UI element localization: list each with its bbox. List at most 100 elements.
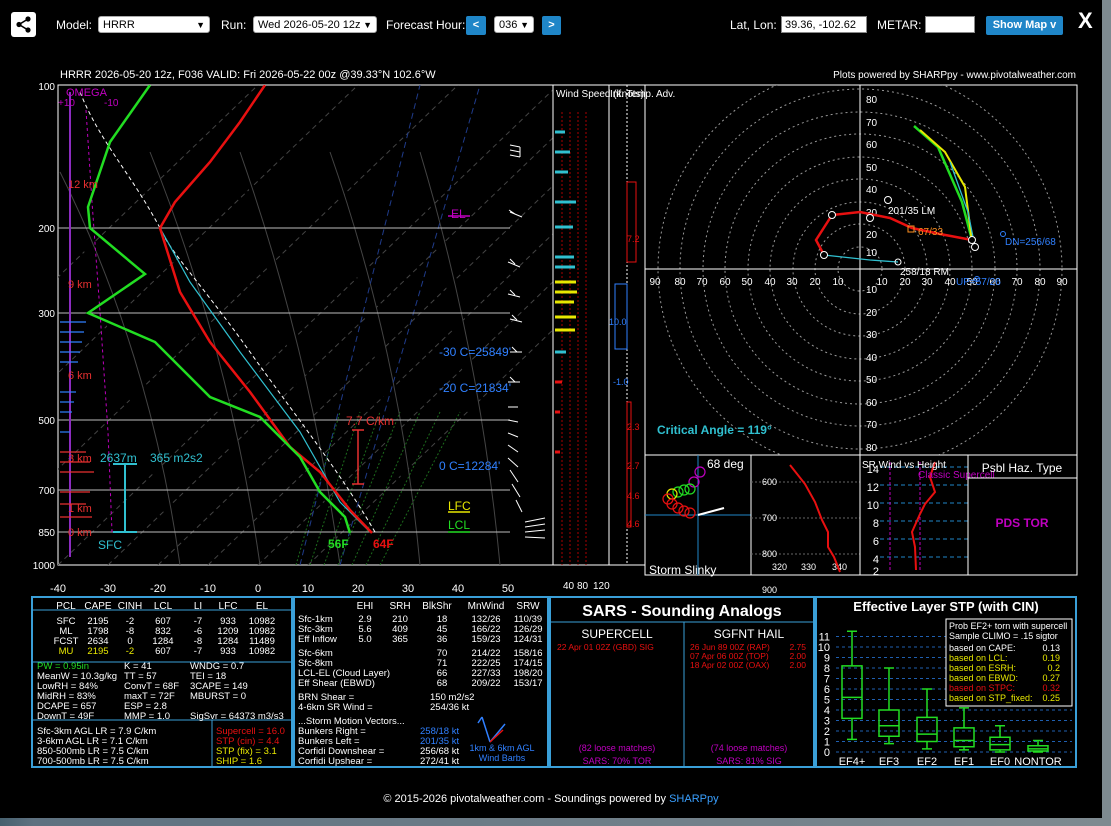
storm-slinky-label: Storm Slinky <box>649 563 716 577</box>
srw-tick: 12 <box>867 482 879 494</box>
stp-box <box>916 688 938 750</box>
kin-cell: 159/23 <box>471 634 500 645</box>
chevron-down-icon: ▼ <box>363 20 372 30</box>
parcel-cell: 10982 <box>249 646 275 657</box>
hodo-ring-label: 70 <box>866 118 878 129</box>
parcel-cell: -7 <box>194 646 202 657</box>
isotherm-zero: 0 C=12284' <box>439 459 500 473</box>
kin-header: BlkShr <box>422 601 452 612</box>
sars-sc-loose: (82 loose matches) <box>579 743 656 753</box>
sounding-title: HRRR 2026-05-20 12z, F036 VALID: Fri 202… <box>60 69 436 81</box>
height-label: 9 km <box>68 279 92 291</box>
wind-barb-icon <box>477 716 506 743</box>
pressure-tick: 100 <box>38 82 55 93</box>
stp-category: EF0 <box>990 756 1010 768</box>
metar-input[interactable] <box>925 16 975 33</box>
motion-label: Corfidi Upshear = <box>298 756 373 767</box>
parcel-header: CINH <box>118 601 142 612</box>
hodo-ring-label: 40 <box>866 353 878 364</box>
height-label: 3 km <box>68 453 92 465</box>
stp-box <box>1027 739 1049 753</box>
sharppy-link[interactable]: SHARPpy <box>669 793 719 805</box>
hodo-ring-label: 10 <box>866 248 878 259</box>
hodo-axis-label: 70 <box>696 277 708 288</box>
stp-title: Effective Layer STP (with CIN) <box>853 599 1038 614</box>
srw-tick: 8 <box>873 518 879 530</box>
stp-legend-value: 0.19 <box>1042 653 1060 663</box>
index-value: SigSvr = 64373 m3/s3 <box>190 711 284 722</box>
latlon-input[interactable]: 39.36, -102.62 <box>781 16 867 33</box>
model-select[interactable]: HRRR ▼ <box>98 16 210 33</box>
hodo-ring-label: 40 <box>866 185 878 196</box>
stp-legend-row: based on STP_fixed: <box>949 693 1033 703</box>
index-value: MBURST = 0 <box>190 691 246 702</box>
stp-legend-row: based on EBWD: <box>949 673 1018 683</box>
stp-box <box>989 725 1011 753</box>
temp-tick: 10 <box>302 583 314 595</box>
parcel-row: MU 2195 -2 607 -7 933 10982 <box>59 646 276 657</box>
temp-tick: 50 <box>502 583 514 595</box>
height-label: 12 km <box>68 179 98 191</box>
temperature-profile <box>158 85 373 534</box>
isotherm-minus20: -20 C=21834' <box>439 381 511 395</box>
share-button[interactable] <box>11 12 36 37</box>
sfc-temperature: 64F <box>373 537 394 551</box>
temp-tick: -10 <box>200 583 216 595</box>
index-value: MMP = 1.0 <box>124 711 170 722</box>
model-value: HRRR <box>103 19 135 31</box>
stp-legend-value: 0.32 <box>1042 683 1060 693</box>
stp-legend-row: based on ESRH: <box>949 663 1016 673</box>
parcel-cell: 607 <box>155 646 171 657</box>
hodo-downshear: DN=256/68 <box>1005 237 1056 248</box>
lapse-rate: 700-500mb LR = 7.5 C/km <box>37 756 149 767</box>
stp-legend-value: 0.27 <box>1042 673 1060 683</box>
parcel-cell: 933 <box>220 646 236 657</box>
hodo-left-mover: 201/35 LM <box>888 206 935 217</box>
parcel-cell: MU <box>59 646 74 657</box>
show-map-button[interactable]: Show Map v <box>986 16 1063 35</box>
parcel-header: LI <box>194 601 202 612</box>
kin-cell: 36 <box>437 634 448 645</box>
lapse-rate-label: 7.7 C/km <box>346 414 394 428</box>
stp-y-tick: 5 <box>824 695 830 707</box>
stp-y-tick: 2 <box>824 726 830 738</box>
stp-box <box>953 707 975 751</box>
pressure-tick: 700 <box>38 486 55 497</box>
stp-y-tick: 1 <box>824 737 830 749</box>
parcel-cell: -2 <box>126 646 134 657</box>
latlon-label: Lat, Lon: <box>730 18 777 32</box>
theta-tick: 700 <box>762 513 777 523</box>
adv-value: 4.6 <box>627 491 640 501</box>
prev-hour-button[interactable]: < <box>466 16 486 35</box>
stp-y-tick: 0 <box>824 747 830 759</box>
height-label: 1 km <box>68 503 92 515</box>
adv-value: -1.0 <box>613 377 629 387</box>
hodo-axis-label: 40 <box>764 277 776 288</box>
eff-srh: 365 m2s2 <box>150 451 203 465</box>
stp-box <box>878 667 900 745</box>
hodo-upshear: UP=57/26 <box>956 277 1001 288</box>
stp-legend-title: Prob EF2+ torn with supercell <box>949 621 1067 631</box>
model-label: Model: <box>56 18 93 32</box>
stp-legend-value: 0.2 <box>1047 663 1060 673</box>
toolbar: Model: HRRR ▼ Run: Wed 2026-05-20 12z ▼ Fo… <box>0 0 1102 52</box>
stp-category: EF1 <box>954 756 974 768</box>
next-hour-button[interactable]: > <box>542 16 561 35</box>
kin-row: Eff Inflow 5.0 365 36 159/23 124/31 <box>298 634 543 645</box>
srw-tick: 6 <box>873 536 879 548</box>
hodo-axis-label: 10 <box>876 277 888 288</box>
forecast-hour-label: Forecast Hour: <box>386 18 466 32</box>
omega-tick: +10 <box>58 98 75 109</box>
forecast-hour-select[interactable]: 036 ▼ <box>494 16 534 33</box>
composite-index: SHIP = 1.6 <box>216 756 262 767</box>
sounding-image: HRRR 2026-05-20 12z, F036 VALID: Fri 202… <box>31 69 1078 768</box>
hodo-axis-label: 50 <box>741 277 753 288</box>
run-label: Run: <box>221 18 247 32</box>
temp-tick: -20 <box>150 583 166 595</box>
kin-row: Sfc-1km 2.9 210 18 132/26 110/39 <box>298 614 542 625</box>
close-button[interactable]: X <box>1078 8 1093 34</box>
temp-tick: -30 <box>100 583 116 595</box>
sfc-label: SFC <box>98 538 122 552</box>
kin-header: EHI <box>357 601 374 612</box>
run-select[interactable]: Wed 2026-05-20 12z ▼ <box>253 16 377 33</box>
